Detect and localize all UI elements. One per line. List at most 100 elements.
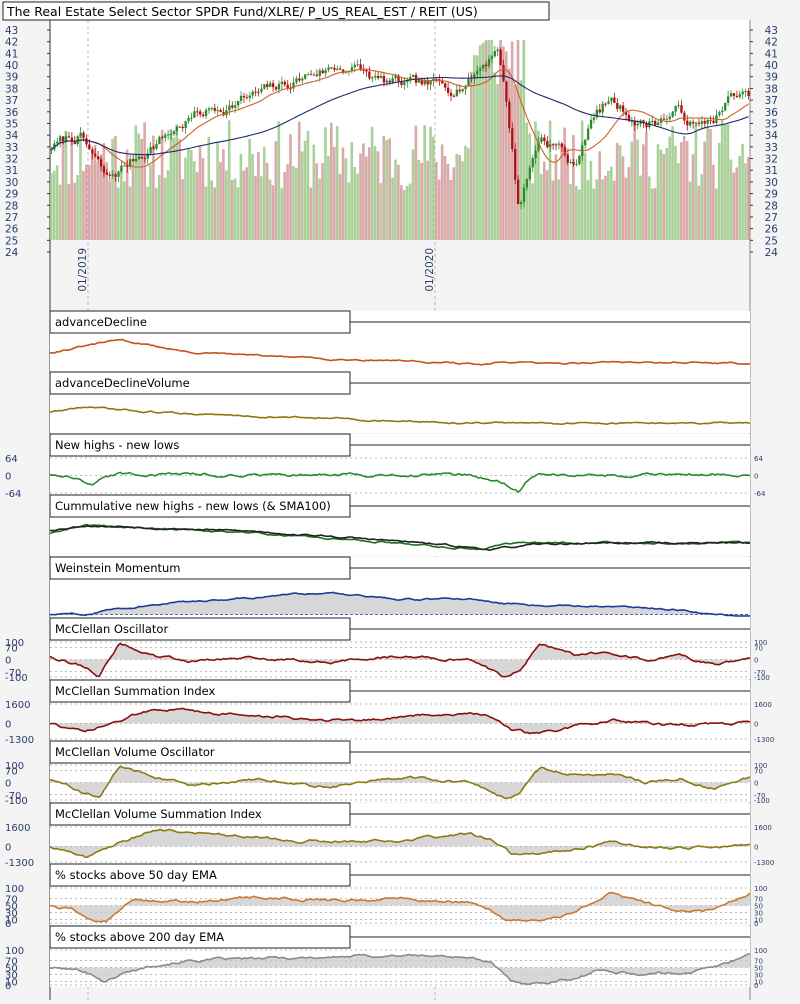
volume-bar — [426, 160, 429, 240]
candle-body — [741, 91, 744, 95]
panel-tick-label: -1300 — [5, 735, 34, 746]
volume-bar — [388, 138, 391, 240]
volume-bar — [210, 180, 214, 240]
volume-bar — [76, 175, 79, 240]
volume-bar — [516, 40, 520, 240]
candle-body — [172, 131, 176, 135]
candle-body — [598, 109, 601, 113]
volume-bar — [580, 120, 584, 240]
candle-body — [301, 78, 304, 81]
volume-bar — [303, 140, 307, 240]
price-tick-label: 32 — [5, 154, 18, 166]
price-tick-label: 29 — [765, 189, 778, 201]
volume-bar — [222, 149, 225, 240]
volume-bar — [636, 139, 639, 240]
volume-bar — [440, 144, 444, 240]
candle-body — [726, 96, 730, 103]
panel-tick-label-right: -1300 — [754, 859, 774, 867]
panel-tick-label: 64 — [5, 454, 18, 465]
candle-body — [444, 83, 447, 88]
price-tick-label: 39 — [765, 72, 778, 84]
candle-body — [59, 136, 62, 142]
candle-body — [88, 144, 91, 150]
candle-body — [461, 89, 464, 92]
volume-bar — [190, 150, 193, 240]
panel-title: % stocks above 50 day EMA — [55, 868, 217, 882]
volume-bar — [260, 176, 263, 240]
volume-bar — [691, 154, 695, 240]
volume-bar — [656, 144, 660, 240]
candle-body — [449, 92, 453, 96]
volume-bar — [467, 148, 470, 240]
panel-title: McClellan Summation Index — [55, 684, 216, 698]
candle-body — [706, 119, 709, 124]
candle-body — [476, 70, 479, 75]
candle-body — [479, 68, 482, 71]
volume-bar — [344, 158, 348, 240]
volume-bar — [677, 163, 680, 240]
volume-bar — [117, 187, 120, 240]
volume-bar — [315, 163, 319, 240]
volume-bar — [227, 120, 231, 240]
candle-body — [534, 150, 537, 159]
candle-body — [455, 89, 459, 97]
panel-tick-label-right: 0 — [754, 473, 758, 481]
volume-bar — [493, 72, 496, 240]
candle-body — [257, 91, 260, 93]
candle-body — [336, 68, 339, 70]
price-tick-label: 40 — [5, 60, 18, 72]
volume-bar — [712, 164, 715, 240]
price-tick-label: 42 — [5, 37, 18, 49]
volume-bar — [458, 154, 461, 240]
volume-bar — [642, 144, 645, 240]
volume-bar — [551, 180, 555, 240]
candle-body — [309, 74, 313, 76]
panel-tick-label-right: -100 — [754, 674, 770, 682]
candle-body — [318, 70, 321, 76]
volume-bar — [64, 130, 68, 240]
volume-bar — [694, 123, 698, 240]
candle-body — [589, 119, 593, 129]
price-tick-label: 31 — [5, 165, 18, 177]
volume-bar — [370, 126, 374, 240]
candle-body — [94, 153, 97, 157]
volume-bar — [703, 141, 706, 240]
volume-bar — [324, 127, 327, 240]
candle-body — [522, 187, 526, 203]
candle-body — [613, 97, 616, 103]
volume-bar — [647, 176, 651, 240]
candle-body — [339, 68, 342, 70]
candle-body — [511, 128, 514, 149]
volume-bar — [437, 179, 441, 240]
candle-body — [557, 143, 561, 145]
volume-bar — [152, 135, 155, 240]
candle-body — [651, 120, 654, 122]
candle-body — [502, 65, 505, 82]
candle-body — [429, 80, 432, 85]
candle-body — [691, 121, 695, 124]
volume-bar — [73, 182, 76, 240]
candle-body — [499, 49, 502, 66]
candle-body — [729, 93, 733, 97]
volume-bar — [166, 170, 170, 240]
volume-bar — [146, 186, 149, 240]
volume-bar — [449, 179, 453, 240]
candle-body — [376, 75, 380, 78]
volume-bar — [575, 185, 578, 240]
candle-body — [683, 112, 686, 121]
price-tick-label: 27 — [765, 212, 778, 224]
candle-body — [306, 74, 310, 76]
volume-bar — [382, 135, 386, 240]
candle-body — [519, 202, 523, 204]
candle-body — [321, 70, 324, 74]
candle-body — [718, 112, 721, 116]
volume-bar — [741, 143, 744, 240]
date-label: 01/2019 — [77, 248, 89, 292]
volume-bar — [347, 182, 351, 240]
candle-body — [263, 84, 266, 89]
candle-body — [50, 149, 53, 151]
candle-body — [382, 76, 386, 83]
candle-body — [207, 108, 211, 111]
panel-tick-label-right: 0 — [754, 720, 758, 728]
panel-tick-label: 0 — [5, 919, 11, 930]
